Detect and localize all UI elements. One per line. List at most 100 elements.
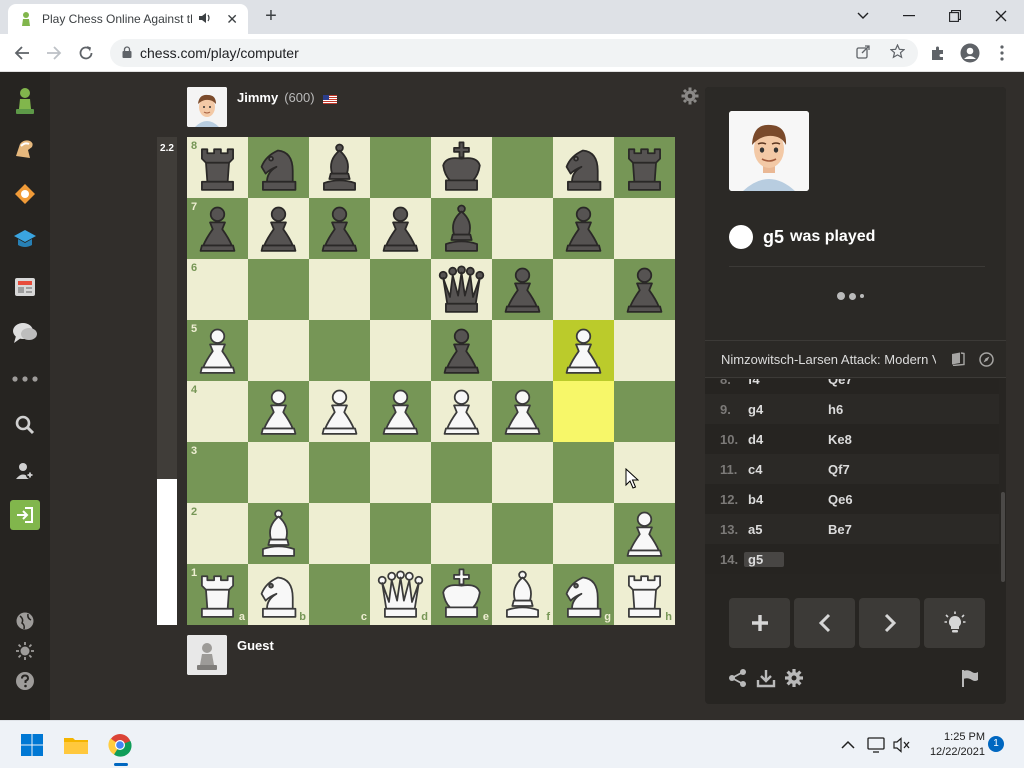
search-icon[interactable]: [10, 410, 40, 440]
square-a2[interactable]: 2: [187, 503, 248, 564]
square-f3[interactable]: [492, 442, 553, 503]
square-c6[interactable]: [309, 259, 370, 320]
white-pawn-icon[interactable]: [370, 381, 431, 442]
white-bishop-icon[interactable]: [248, 503, 309, 564]
square-c2[interactable]: [309, 503, 370, 564]
square-e2[interactable]: [431, 503, 492, 564]
white-pawn-icon[interactable]: [492, 381, 553, 442]
chevron-down-icon[interactable]: [850, 4, 876, 28]
square-h5[interactable]: [614, 320, 675, 381]
square-f5[interactable]: [492, 320, 553, 381]
black-pawn-icon[interactable]: [614, 259, 675, 320]
black-move[interactable]: Be7: [828, 522, 908, 537]
white-move[interactable]: g4: [748, 402, 828, 417]
file-explorer-icon[interactable]: [62, 731, 90, 759]
browser-tab[interactable]: Play Chess Online Against the Computer ✕: [8, 4, 248, 34]
black-pawn-icon[interactable]: [309, 198, 370, 259]
square-a3[interactable]: 3: [187, 442, 248, 503]
chrome-icon[interactable]: [106, 731, 134, 759]
opening-name[interactable]: Nimzowitsch-Larsen Attack: Modern Variat…: [721, 352, 936, 367]
more-dots-icon[interactable]: [10, 364, 40, 394]
black-bishop-icon[interactable]: [309, 137, 370, 198]
white-move[interactable]: f4: [748, 379, 828, 387]
square-d8[interactable]: [370, 137, 431, 198]
white-move[interactable]: a5: [748, 522, 828, 537]
black-king-icon[interactable]: [431, 137, 492, 198]
volume-muted-icon[interactable]: [888, 731, 916, 759]
square-g4[interactable]: [553, 381, 614, 442]
square-d2[interactable]: [370, 503, 431, 564]
square-f2[interactable]: [492, 503, 553, 564]
square-h3[interactable]: [614, 442, 675, 503]
white-pawn-icon[interactable]: [187, 320, 248, 381]
white-bishop-icon[interactable]: [492, 564, 553, 625]
log-in-icon[interactable]: [10, 500, 40, 530]
white-king-icon[interactable]: [431, 564, 492, 625]
opening-bar[interactable]: Nimzowitsch-Larsen Attack: Modern Variat…: [705, 340, 1006, 378]
square-h7[interactable]: [614, 198, 675, 259]
black-move[interactable]: Qe6: [828, 492, 908, 507]
minimize-icon[interactable]: [896, 4, 922, 28]
move-list[interactable]: 8. f4 Qe7 9. g4 h6 10. d4 Ke8 11. c4 Qf7 12. b4 Qe6 13.…: [705, 379, 1006, 583]
next-move-button[interactable]: [859, 598, 920, 648]
white-pawn-icon[interactable]: [553, 320, 614, 381]
restore-icon[interactable]: [942, 4, 968, 28]
black-move[interactable]: Qe7: [828, 379, 908, 387]
network-icon[interactable]: [862, 731, 890, 759]
black-pawn-icon[interactable]: [370, 198, 431, 259]
white-move[interactable]: c4: [748, 462, 828, 477]
white-pawn-icon[interactable]: [614, 503, 675, 564]
extensions-puzzle-icon[interactable]: [926, 41, 950, 65]
bookmark-star-icon[interactable]: [889, 43, 906, 62]
square-f7[interactable]: [492, 198, 553, 259]
square-b3[interactable]: [248, 442, 309, 503]
square-c5[interactable]: [309, 320, 370, 381]
white-pawn-icon[interactable]: [248, 381, 309, 442]
opening-book-icon[interactable]: [950, 352, 966, 368]
black-move[interactable]: Ke8: [828, 432, 908, 447]
square-f8[interactable]: [492, 137, 553, 198]
resign-flag-icon[interactable]: [959, 667, 981, 689]
white-move[interactable]: b4: [748, 492, 828, 507]
new-tab-button[interactable]: +: [262, 6, 280, 26]
square-c3[interactable]: [309, 442, 370, 503]
square-d5[interactable]: [370, 320, 431, 381]
news-icon[interactable]: [10, 272, 40, 302]
previous-move-button[interactable]: [794, 598, 855, 648]
square-a4[interactable]: 4: [187, 381, 248, 442]
square-d3[interactable]: [370, 442, 431, 503]
black-knight-icon[interactable]: [553, 137, 614, 198]
square-c1[interactable]: c: [309, 564, 370, 625]
player-avatar[interactable]: [187, 635, 227, 675]
square-d6[interactable]: [370, 259, 431, 320]
sign-up-user-icon[interactable]: [10, 456, 40, 486]
white-rook-icon[interactable]: [614, 564, 675, 625]
black-rook-icon[interactable]: [187, 137, 248, 198]
white-queen-icon[interactable]: [370, 564, 431, 625]
back-arrow-icon[interactable]: [10, 41, 34, 65]
reload-icon[interactable]: [74, 41, 98, 65]
white-knight-icon[interactable]: [248, 564, 309, 625]
black-move[interactable]: h6: [828, 402, 908, 417]
notification-badge[interactable]: 1: [988, 736, 1004, 752]
tab-close-icon[interactable]: ✕: [226, 11, 238, 28]
chevron-up-icon[interactable]: [834, 731, 862, 759]
black-move[interactable]: Qf7: [828, 462, 908, 477]
hint-lightbulb-button[interactable]: [924, 598, 985, 648]
explorer-compass-icon[interactable]: [978, 352, 994, 368]
browser-menu-icon[interactable]: [990, 41, 1014, 65]
theme-toggle-icon[interactable]: [10, 636, 40, 666]
social-chat-icon[interactable]: [10, 318, 40, 348]
black-pawn-icon[interactable]: [187, 198, 248, 259]
language-globe-icon[interactable]: [10, 606, 40, 636]
black-pawn-icon[interactable]: [431, 320, 492, 381]
lessons-icon[interactable]: [10, 178, 40, 208]
board-settings-gear-icon[interactable]: [680, 87, 700, 107]
puzzles-icon[interactable]: [10, 134, 40, 164]
black-pawn-icon[interactable]: [248, 198, 309, 259]
learn-icon[interactable]: [10, 224, 40, 254]
black-queen-icon[interactable]: [431, 259, 492, 320]
black-knight-icon[interactable]: [248, 137, 309, 198]
chess-board[interactable]: 87654321abcdefgh: [187, 137, 675, 625]
square-g2[interactable]: [553, 503, 614, 564]
